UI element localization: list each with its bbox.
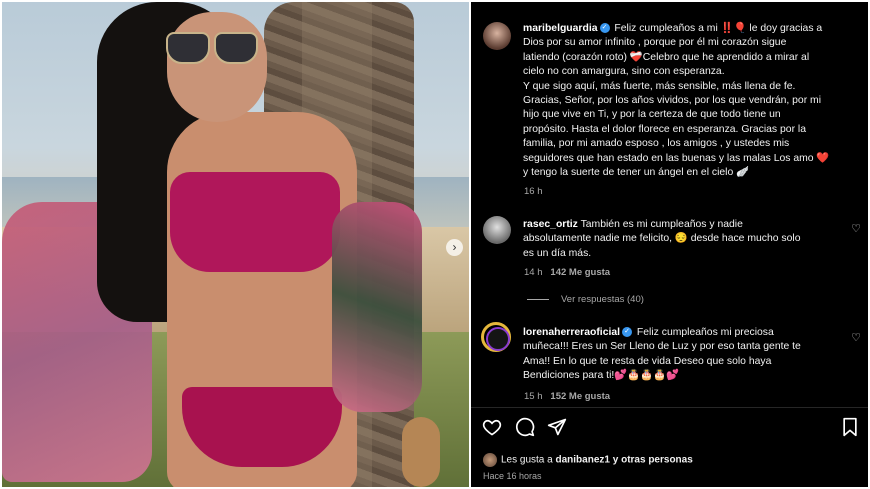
comment-line: muñeca!!! Eres un Ser Lleno de Luz y por… <box>523 341 801 353</box>
comment-line: También es mi cumpleaños y nadie <box>580 219 743 230</box>
view-replies-label: Ver respuestas (40) <box>561 294 644 305</box>
chevron-right-icon[interactable]: › <box>446 239 463 256</box>
likes-prefix: Les gusta a <box>501 454 553 466</box>
verified-badge-icon: ✓ <box>622 327 633 338</box>
caption-line: y tengo la suerte de tener un ángel en e… <box>523 167 750 179</box>
comment-line: Feliz cumpleaños mi preciosa <box>636 327 774 338</box>
caption-line: propósito. Hasta el dolor florece en esp… <box>523 123 807 135</box>
view-replies-button[interactable]: Ver respuestas (40) <box>527 294 644 305</box>
caption-age: 16 h <box>524 186 543 197</box>
likes-summary[interactable]: Les gusta a danibanez1 y otras personas <box>483 453 693 467</box>
photo-face <box>167 12 267 122</box>
comment-line: Ama!! En lo que te resta de vida Deseo q… <box>523 355 772 367</box>
caption-line: Gracias, Señor, por los años vividos, po… <box>523 95 822 107</box>
photo-wrap-right <box>332 202 422 412</box>
caption-line: Y que sigo aquí, más fuerte, más sensibl… <box>523 80 796 92</box>
comment-icon[interactable] <box>514 417 536 439</box>
caption-line: hijo que vive en Ti, y por la certeza de… <box>523 109 781 121</box>
comment-line: Bendiciones para ti!💕🎂🎂🎂💕 <box>523 370 679 382</box>
panel-divider <box>471 407 868 408</box>
comment-avatar[interactable] <box>481 322 511 352</box>
likes-user[interactable]: danibanez1 <box>556 455 610 466</box>
bookmark-icon[interactable] <box>839 417 861 439</box>
caption-line: Dios por su amor infinito , porque por é… <box>523 37 787 49</box>
photo-bikini-top <box>170 172 340 272</box>
share-icon[interactable] <box>546 417 568 439</box>
author-username[interactable]: maribelguardia <box>523 23 598 34</box>
comments-panel: maribelguardia ✓ Feliz cumpleaños a mi ‼️… <box>471 2 868 487</box>
heart-icon[interactable]: ♡ <box>850 332 862 344</box>
comment-age: 14 h <box>524 267 543 278</box>
verified-badge-icon: ✓ <box>599 23 610 34</box>
post-caption: maribelguardia ✓ Feliz cumpleaños a mi ‼️… <box>523 22 853 180</box>
caption-line: latiendo (corazón roto) ❤️‍🩹Celebro que … <box>523 51 810 63</box>
post-photo[interactable]: › <box>2 2 469 487</box>
caption-line: Feliz cumpleaños a mi ‼️🎈 le doy gracias… <box>614 23 823 34</box>
comment-username[interactable]: rasec_ortiz <box>523 219 578 230</box>
likes-suffix[interactable]: y otras personas <box>613 455 693 466</box>
caption-line: cielo no con amargura, sino con esperanz… <box>523 66 725 78</box>
photo-bikini-bottom <box>182 387 342 467</box>
heart-icon[interactable]: ♡ <box>850 223 862 235</box>
photo-sunglasses <box>166 32 258 64</box>
comment-line: absolutamente nadie me felicito, 😔 desde… <box>523 233 801 245</box>
comment-body: rasec_ortiz También es mi cumpleaños y n… <box>523 218 843 261</box>
comment-username[interactable]: lorenaherreraoficial <box>523 327 620 338</box>
photo-sandal <box>402 417 440 487</box>
comment-body: lorenaherreraoficial ✓ Feliz cumpleaños m… <box>523 326 843 384</box>
caption-line: seguidores que han estado en las buenas … <box>523 152 830 164</box>
heart-icon[interactable] <box>481 417 503 439</box>
comment-meta: 15 h 152 Me gusta <box>524 391 610 402</box>
post-timestamp: Hace 16 horas <box>483 471 542 481</box>
comment-line: es un día más. <box>523 247 592 259</box>
post-actions-bar <box>481 417 861 441</box>
comment-meta: 14 h 142 Me gusta <box>524 267 610 278</box>
liker-avatar <box>483 453 497 467</box>
replies-divider <box>527 298 549 300</box>
comment-likes[interactable]: 152 Me gusta <box>550 391 610 402</box>
instagram-post-view: › maribelguardia ✓ Feliz cumpleaños a mi … <box>0 0 870 489</box>
caption-line: familia, por mi amado esposo , los amigo… <box>523 138 790 150</box>
comment-age: 15 h <box>524 391 543 402</box>
comment-avatar[interactable] <box>483 216 511 244</box>
comment-likes[interactable]: 142 Me gusta <box>550 267 610 278</box>
author-avatar[interactable] <box>483 22 511 50</box>
